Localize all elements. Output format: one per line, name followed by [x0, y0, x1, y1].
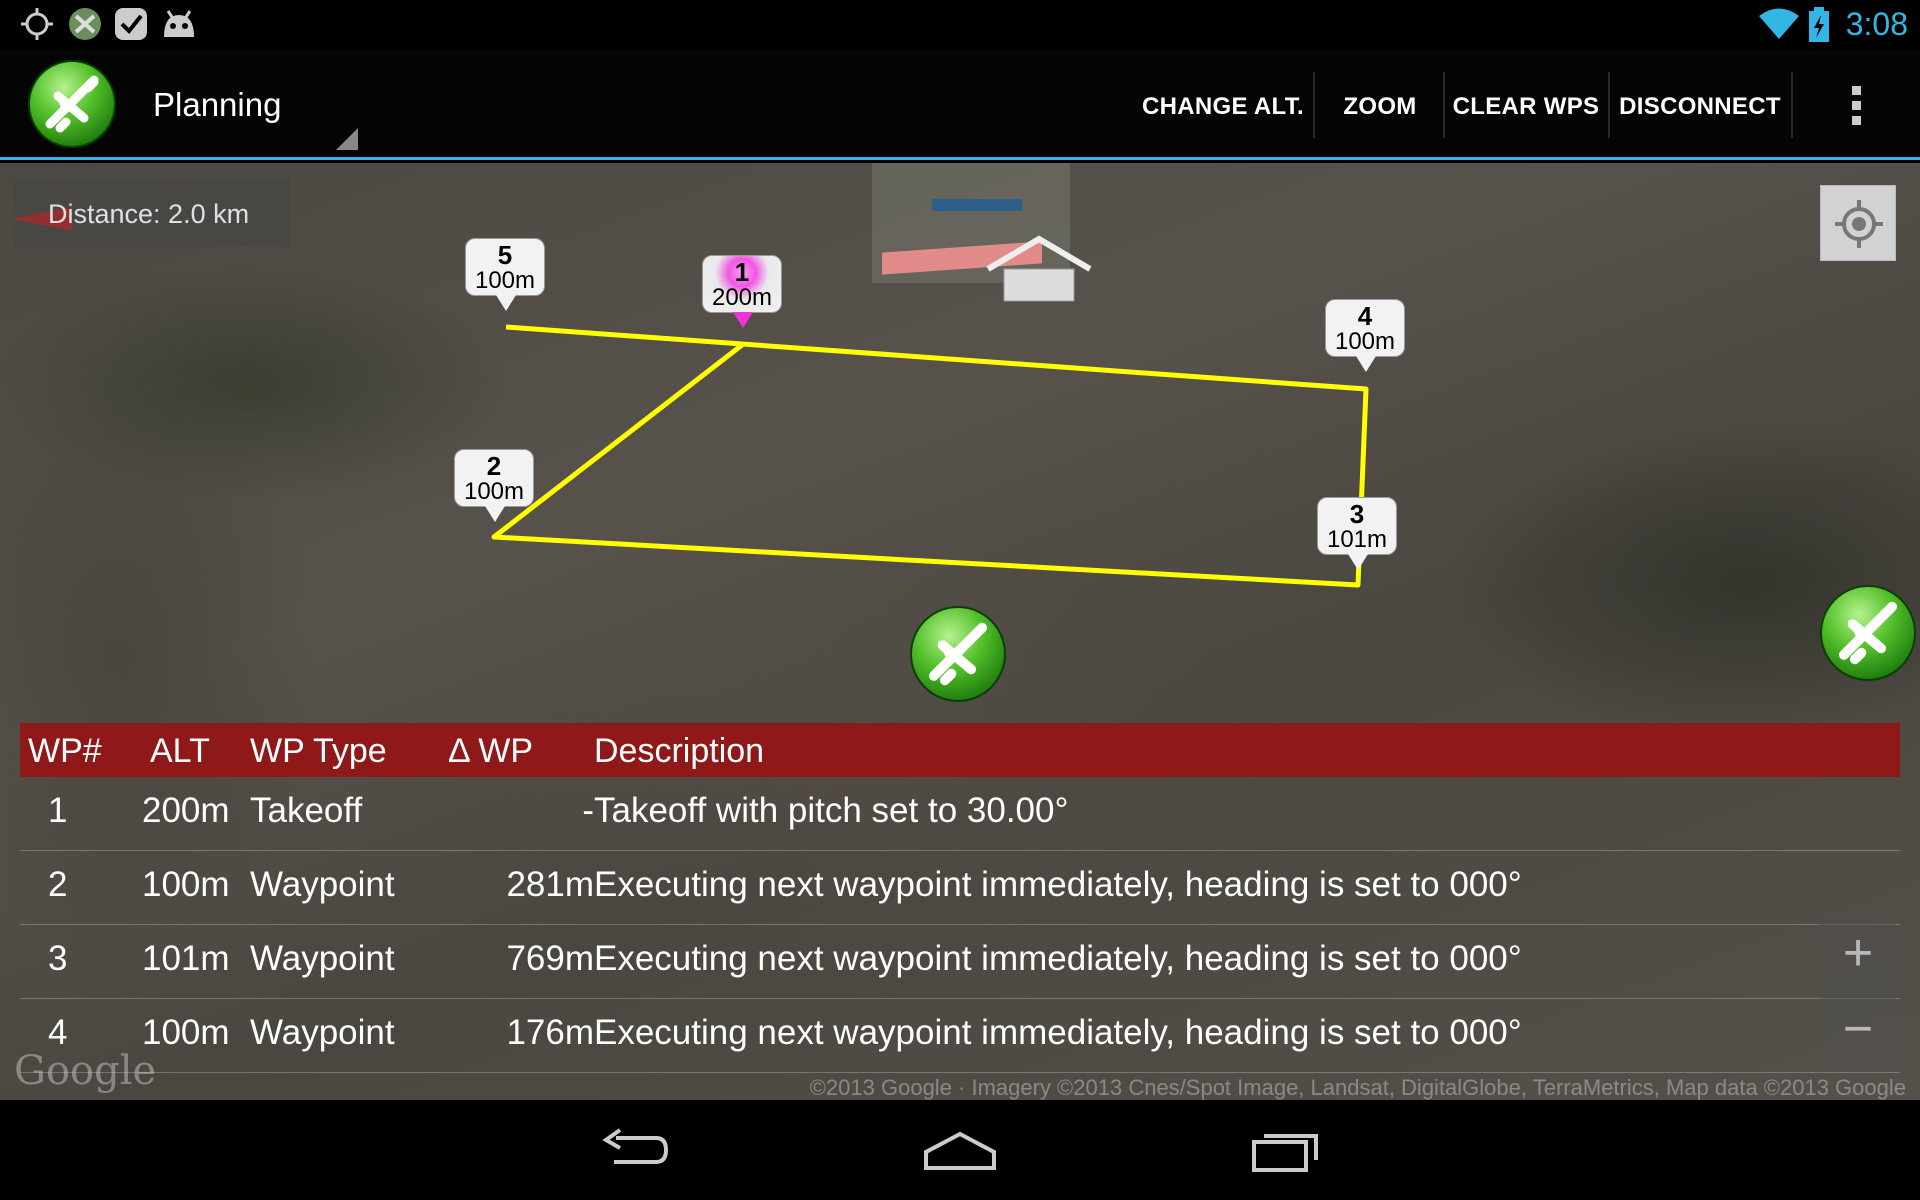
wp-delta: 769m	[506, 939, 594, 978]
wp-delta: 176m	[506, 1013, 594, 1052]
navigation-dropdown-title[interactable]: Planning	[153, 86, 281, 124]
table-row[interactable]: 4 100m Waypoint 176m Executing next wayp…	[20, 999, 1900, 1073]
wp-alt: 100m	[142, 1013, 230, 1052]
wp-type: Waypoint	[250, 1013, 395, 1052]
crosshair-icon	[21, 8, 53, 40]
waypoint-marker-1[interactable]: 1 200m	[702, 255, 782, 328]
wp-alt: 200m	[142, 791, 230, 830]
guided-target-icon[interactable]	[1820, 585, 1916, 681]
wp-type: Takeoff	[250, 791, 363, 830]
table-header: WP# ALT WP Type Δ WP Description	[20, 723, 1900, 777]
waypoint-marker-4[interactable]: 4 100m	[1325, 299, 1405, 372]
dropdown-indicator-icon	[336, 128, 358, 150]
app-icon	[69, 8, 101, 40]
wp-number: 2	[48, 865, 68, 904]
wp-number: 1	[48, 791, 68, 830]
back-icon[interactable]	[600, 1128, 670, 1172]
divider	[1608, 72, 1610, 138]
column-header-delta: Δ WP	[448, 732, 534, 770]
wp-alt: 101m	[142, 939, 230, 978]
column-header-description: Description	[594, 732, 765, 770]
home-icon[interactable]	[922, 1128, 998, 1172]
drone-position-icon[interactable]	[910, 606, 1006, 702]
wp-delta: 281m	[506, 865, 594, 904]
overflow-menu-icon[interactable]	[1840, 84, 1872, 128]
wp-type: Waypoint	[250, 939, 395, 978]
action-bar: Planning CHANGE ALT. ZOOM CLEAR WPS DISC…	[0, 50, 1920, 160]
location-target-icon	[1835, 200, 1883, 248]
table-row[interactable]: 2 100m Waypoint 281m Executing next wayp…	[20, 851, 1900, 925]
distance-label: Distance: 2.0 km	[48, 199, 250, 229]
app-logo-icon[interactable]	[28, 60, 116, 148]
disconnect-button[interactable]: DISCONNECT	[1616, 80, 1784, 134]
change-alt-button[interactable]: CHANGE ALT.	[1140, 80, 1306, 134]
wp-type: Waypoint	[250, 865, 395, 904]
waypoint-marker-5[interactable]: 5 100m	[465, 238, 545, 311]
wp-alt: 100m	[142, 865, 230, 904]
zoom-controls: + −	[1820, 918, 1896, 1068]
wp-description: Executing next waypoint immediately, hea…	[594, 865, 1522, 904]
divider	[1791, 72, 1793, 138]
recent-apps-icon[interactable]	[1250, 1128, 1322, 1172]
navigation-bar	[0, 1100, 1920, 1200]
wp-number: 4	[48, 1013, 68, 1052]
status-bar: 3:08	[0, 0, 1920, 50]
waypoint-table: WP# ALT WP Type Δ WP Description 1 200m …	[20, 723, 1900, 1073]
divider	[1443, 72, 1445, 138]
wp-number: 3	[48, 939, 68, 978]
zoom-in-button[interactable]: +	[1820, 918, 1896, 992]
check-icon	[115, 8, 147, 40]
map-attribution: ©2013 Google · Imagery ©2013 Cnes/Spot I…	[809, 1075, 1906, 1100]
wp-description: Executing next waypoint immediately, hea…	[594, 939, 1522, 978]
column-header-wp: WP#	[28, 732, 102, 770]
zoom-out-button[interactable]: −	[1820, 994, 1896, 1068]
wp-delta: -	[582, 791, 594, 830]
wp-description: Takeoff with pitch set to 30.00°	[594, 791, 1069, 830]
column-header-type: WP Type	[250, 732, 387, 770]
my-location-button[interactable]	[1820, 185, 1896, 261]
wp-description: Executing next waypoint immediately, hea…	[594, 1013, 1522, 1052]
waypoint-marker-3[interactable]: 3 101m	[1317, 497, 1397, 570]
zoom-button[interactable]: ZOOM	[1330, 80, 1430, 134]
battery-charging-icon	[1809, 7, 1829, 42]
waypoint-marker-2[interactable]: 2 100m	[454, 449, 534, 522]
clock: 3:08	[1845, 6, 1908, 42]
column-header-alt: ALT	[150, 732, 210, 770]
clear-wps-button[interactable]: CLEAR WPS	[1452, 80, 1600, 134]
table-row[interactable]: 3 101m Waypoint 769m Executing next wayp…	[20, 925, 1900, 999]
divider	[1313, 72, 1315, 138]
wifi-icon	[1759, 8, 1799, 39]
table-row[interactable]: 1 200m Takeoff - Takeoff with pitch set …	[20, 777, 1900, 851]
android-icon	[164, 10, 194, 37]
